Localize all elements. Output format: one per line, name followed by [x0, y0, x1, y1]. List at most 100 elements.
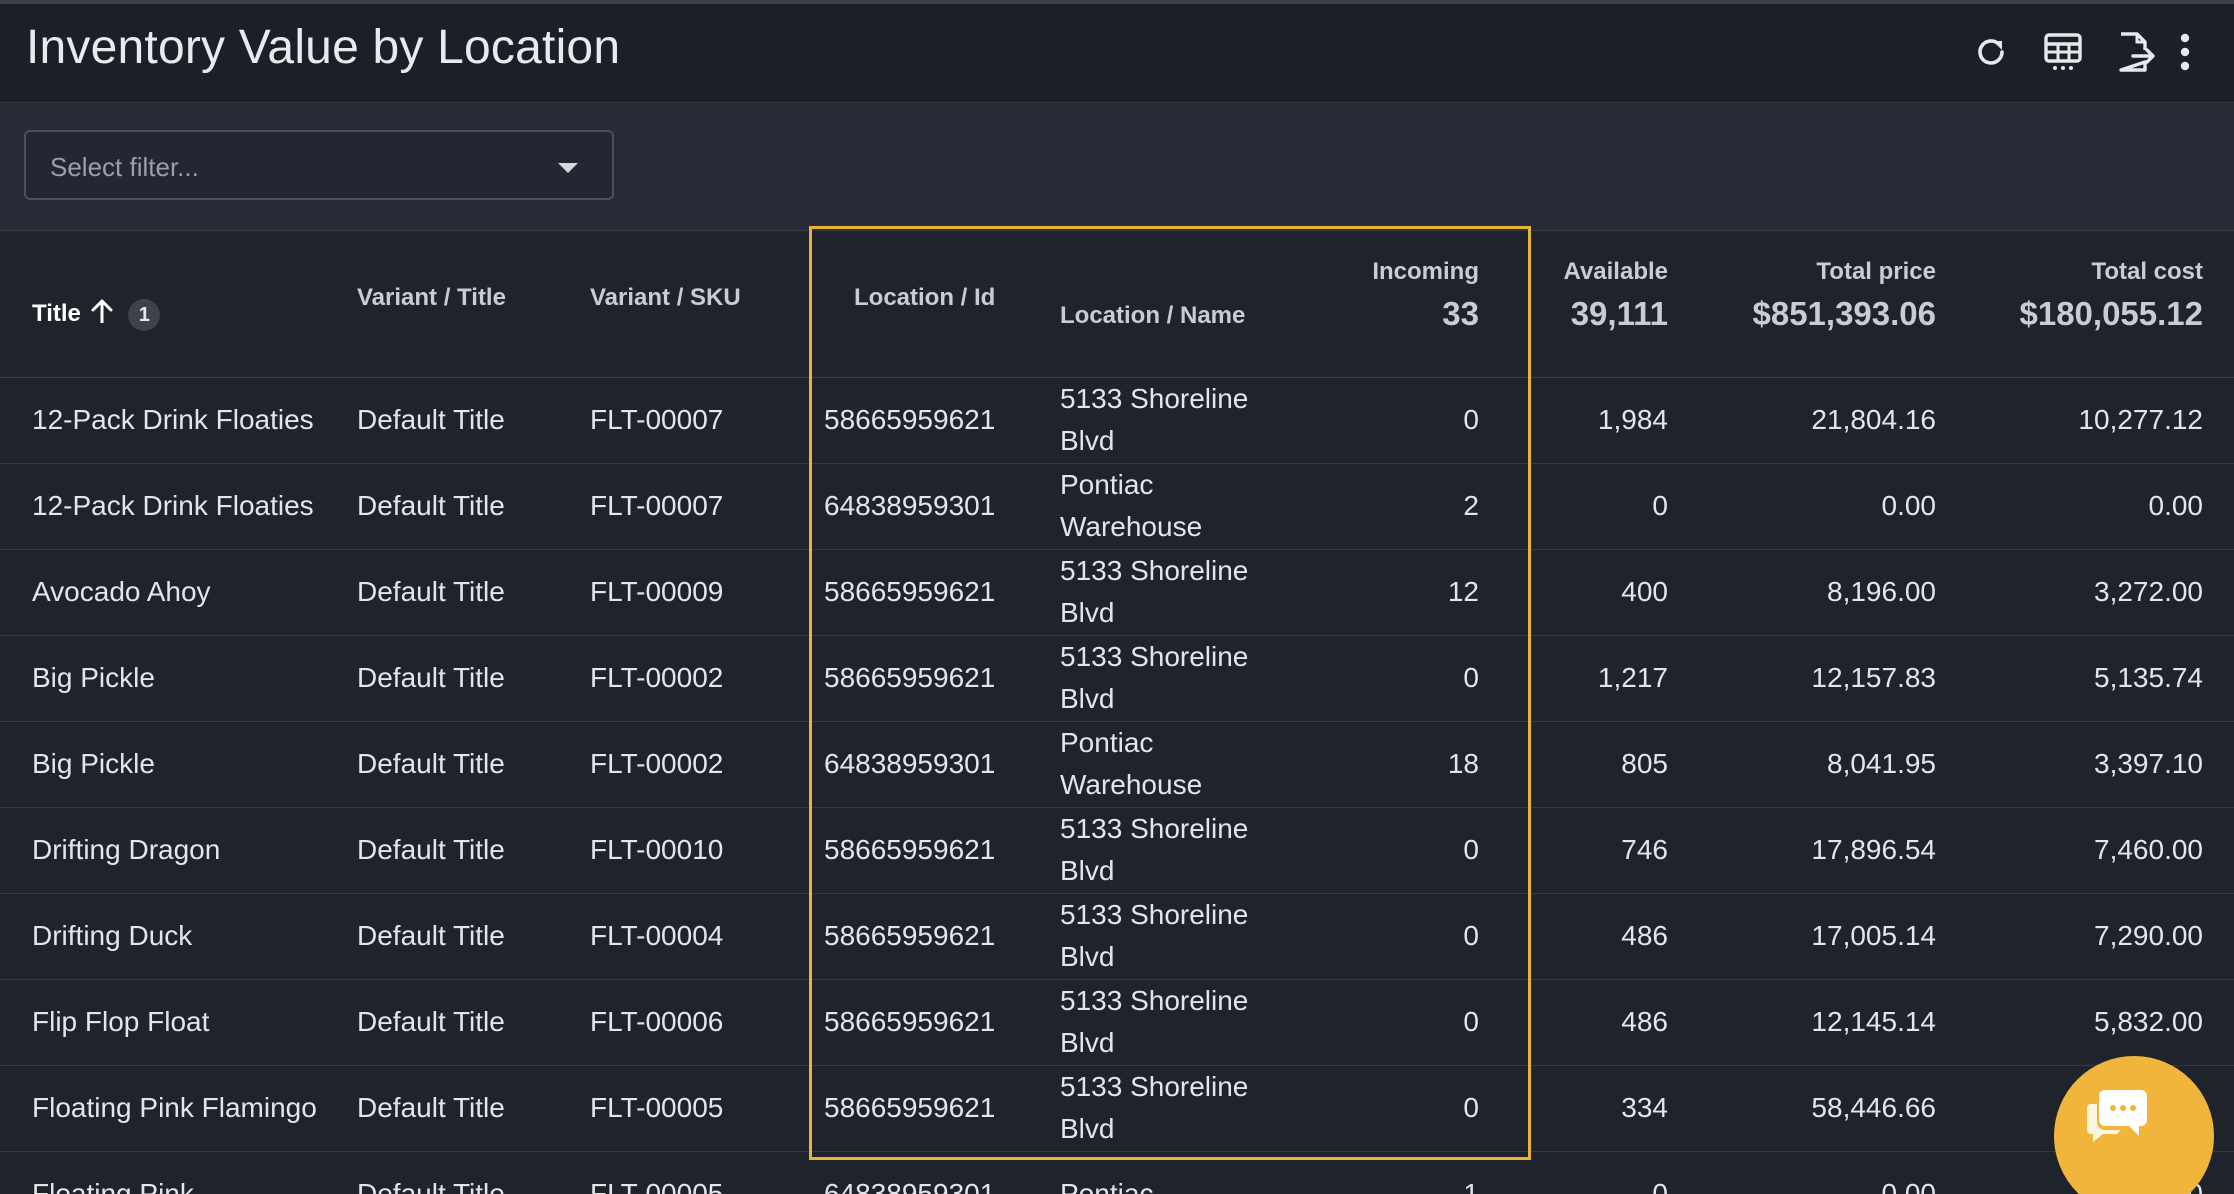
- cell-location-name: Pontiac Warehouse: [1060, 469, 1203, 542]
- cell-location-id: 58665959621: [824, 404, 996, 435]
- cell-title: Big Pickle: [32, 748, 155, 779]
- cell-location-id: 58665959621: [824, 1006, 996, 1037]
- column-header-variant-title[interactable]: Variant / Title: [357, 284, 506, 312]
- cell-total-cost: 0.00: [2148, 490, 2204, 521]
- export-file-icon[interactable]: [2111, 28, 2159, 76]
- cell-sku: FLT-00007: [590, 404, 724, 435]
- total-cost-sum: $180,055.12: [2019, 295, 2203, 332]
- cell-available: 805: [1621, 748, 1668, 779]
- table-row[interactable]: Drifting Dragon Default Title FLT-00010 586…: [0, 807, 2234, 894]
- table-view-icon[interactable]: [2039, 28, 2087, 76]
- column-header-available[interactable]: Available: [1564, 258, 1669, 286]
- cell-incoming: 0: [1463, 404, 1479, 435]
- cell-available: 1,217: [1597, 662, 1668, 693]
- chevron-down-icon: [558, 163, 578, 173]
- cell-available: 334: [1621, 1092, 1668, 1123]
- cell-total-price: 12,145.14: [1811, 1006, 1936, 1037]
- cell-location-name: Pontiac: [1060, 1178, 1154, 1194]
- cell-variant-title: Default Title: [357, 920, 505, 951]
- table-header: Title 1 Variant / Title Variant / SKU Lo…: [0, 231, 2234, 378]
- cell-variant-title: Default Title: [357, 1006, 505, 1037]
- cell-total-cost: 3,272.00: [2094, 576, 2203, 607]
- cell-total-price: 58,446.66: [1811, 1092, 1936, 1123]
- cell-title: Drifting Duck: [32, 920, 193, 951]
- cell-total-cost: 3,397.10: [2094, 748, 2203, 779]
- cell-incoming: 0: [1463, 1092, 1479, 1123]
- table-row[interactable]: Avocado Ahoy Default Title FLT-00009 586659…: [0, 549, 2234, 636]
- cell-sku: FLT-00005: [590, 1178, 724, 1194]
- cell-available: 0: [1652, 1178, 1668, 1194]
- cell-sku: FLT-00006: [590, 1006, 724, 1037]
- cell-incoming: 18: [1447, 748, 1479, 779]
- cell-location-name: 5133 Shoreline Blvd: [1060, 985, 1249, 1058]
- cell-total-price: 12,157.83: [1811, 662, 1936, 693]
- table-row[interactable]: 12-Pack Drink Floaties Default Title FLT-0…: [0, 377, 2234, 464]
- cell-incoming: 12: [1447, 576, 1479, 607]
- cell-location-name: 5133 Shoreline Blvd: [1060, 383, 1249, 456]
- table-row[interactable]: Big Pickle Default Title FLT-00002 58665959…: [0, 635, 2234, 722]
- cell-total-cost: 5,832.00: [2094, 1006, 2203, 1037]
- cell-total-price: 21,804.16: [1811, 404, 1936, 435]
- cell-variant-title: Default Title: [357, 834, 505, 865]
- refresh-icon[interactable]: [1967, 28, 2015, 76]
- table-row[interactable]: Big Pickle Default Title FLT-00002 64838959…: [0, 721, 2234, 808]
- cell-location-id: 64838959301: [824, 1178, 996, 1194]
- cell-sku: FLT-00002: [590, 748, 724, 779]
- table-row[interactable]: Flip Flop Float Default Title FLT-00006 586…: [0, 979, 2234, 1066]
- cell-location-name: 5133 Shoreline Blvd: [1060, 899, 1249, 972]
- cell-title: Big Pickle: [32, 662, 155, 693]
- app-root: Inventory Value by Location Select filte…: [0, 0, 2234, 1194]
- cell-variant-title: Default Title: [357, 1092, 505, 1123]
- cell-title: Floating Pink: [32, 1178, 194, 1194]
- cell-available: 400: [1621, 576, 1668, 607]
- sort-order-badge: 1: [128, 298, 161, 331]
- column-header-total-cost[interactable]: Total cost: [2091, 258, 2203, 286]
- cell-variant-title: Default Title: [357, 748, 505, 779]
- cell-variant-title: Default Title: [357, 490, 505, 521]
- cell-title: Drifting Dragon: [32, 834, 221, 865]
- sort-ascending-icon: [90, 297, 114, 332]
- cell-total-cost: 7,290.00: [2094, 920, 2203, 951]
- cell-location-id: 64838959301: [824, 490, 996, 521]
- total-available: 39,111: [1570, 295, 1668, 332]
- table-row[interactable]: Floating Pink Default Title FLT-00005 64838…: [0, 1151, 2234, 1194]
- filter-bar: Select filter...: [0, 103, 2234, 231]
- cell-title: Flip Flop Float: [32, 1006, 210, 1037]
- inventory-table: Title 1 Variant / Title Variant / SKU Lo…: [0, 231, 2234, 1194]
- cell-sku: FLT-00009: [590, 576, 724, 607]
- column-header-incoming[interactable]: Incoming: [1372, 258, 1479, 286]
- cell-sku: FLT-00010: [590, 834, 724, 865]
- filter-select[interactable]: Select filter...: [24, 130, 614, 200]
- chat-bubble-icon: [2085, 1086, 2151, 1149]
- cell-sku: FLT-00007: [590, 490, 724, 521]
- column-header-variant-sku[interactable]: Variant / SKU: [590, 284, 741, 312]
- column-header-location-name[interactable]: Location / Name: [1060, 302, 1245, 330]
- cell-location-name: 5133 Shoreline Blvd: [1060, 813, 1249, 886]
- cell-available: 486: [1621, 920, 1668, 951]
- column-title-label: Title: [32, 299, 81, 327]
- cell-title: Avocado Ahoy: [32, 576, 211, 607]
- cell-location-id: 58665959621: [824, 1092, 996, 1123]
- total-incoming: 33: [1442, 295, 1479, 332]
- filter-placeholder: Select filter...: [50, 152, 199, 182]
- cell-location-id: 64838959301: [824, 748, 996, 779]
- cell-total-price: 17,005.14: [1811, 920, 1936, 951]
- table-row[interactable]: Floating Pink Flamingo Default Title FLT-0…: [0, 1065, 2234, 1152]
- cell-incoming: 0: [1463, 920, 1479, 951]
- cell-total-price: 0.00: [1881, 490, 1937, 521]
- table-row[interactable]: Drifting Duck Default Title FLT-00004 58665…: [0, 893, 2234, 980]
- column-header-location-id[interactable]: Location / Id: [854, 284, 995, 312]
- cell-incoming: 0: [1463, 1006, 1479, 1037]
- cell-title: 12-Pack Drink Floaties: [32, 490, 314, 521]
- cell-total-price: 17,896.54: [1811, 834, 1936, 865]
- cell-variant-title: Default Title: [357, 1178, 505, 1194]
- cell-total-price: 8,196.00: [1827, 576, 1936, 607]
- table-row[interactable]: 12-Pack Drink Floaties Default Title FLT-0…: [0, 463, 2234, 550]
- column-header-title[interactable]: Title 1: [32, 297, 161, 332]
- more-vertical-icon[interactable]: [2170, 28, 2200, 76]
- cell-sku: FLT-00004: [590, 920, 724, 951]
- cell-total-cost: 5,135.74: [2094, 662, 2203, 693]
- cell-available: 486: [1621, 1006, 1668, 1037]
- cell-location-name: Pontiac Warehouse: [1060, 727, 1203, 800]
- column-header-total-price[interactable]: Total price: [1816, 258, 1936, 286]
